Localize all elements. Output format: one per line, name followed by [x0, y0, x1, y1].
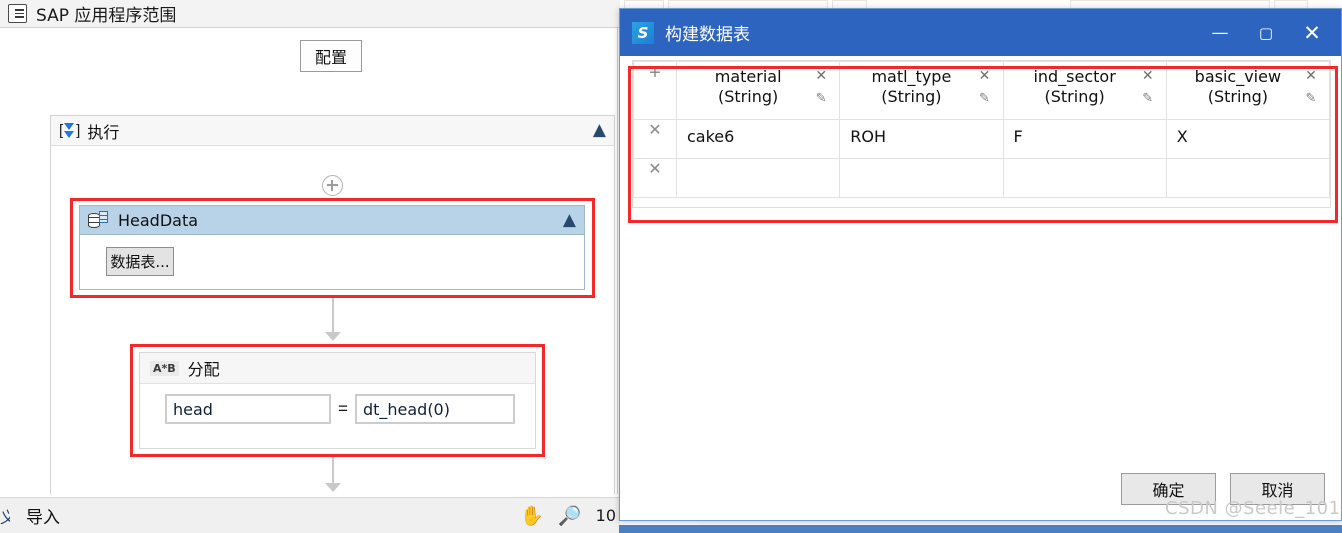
- delete-column-icon[interactable]: ✕: [815, 68, 827, 82]
- column-name: ind_sector: [1033, 67, 1116, 86]
- assign-node-body: head = dt_head(0): [140, 384, 535, 424]
- column-name: basic_view: [1194, 67, 1282, 86]
- maximize-button[interactable]: ▢: [1243, 9, 1289, 56]
- hand-tool-icon[interactable]: ✋: [520, 504, 544, 528]
- data-table: + material (String) ✕ ✎ matl_type (Strin…: [633, 61, 1330, 198]
- column-header-matl-type: matl_type (String) ✕ ✎: [839, 61, 1004, 120]
- cell-ind-sector[interactable]: [1002, 158, 1167, 198]
- assign-node-header: A*B 分配: [140, 353, 535, 384]
- column-name: material: [714, 67, 782, 86]
- headdata-node-body: 数据表...: [80, 235, 584, 276]
- build-data-table-dialog: S 构建数据表 — ▢ ✕ + material (String) ✕ ✎ ma…: [619, 8, 1342, 521]
- edit-column-icon[interactable]: ✎: [1142, 91, 1153, 104]
- delete-column-icon[interactable]: ✕: [1142, 68, 1154, 82]
- close-button[interactable]: ✕: [1289, 9, 1335, 56]
- headdata-node-header[interactable]: HeadData ▲︎: [80, 206, 584, 235]
- column-type: (String): [1207, 87, 1268, 106]
- assign-node[interactable]: A*B 分配 head = dt_head(0): [139, 352, 536, 449]
- cell-basic-view[interactable]: X: [1165, 119, 1330, 159]
- dialog-footer: 确定 取消: [620, 458, 1341, 520]
- cell-matl-type[interactable]: [839, 158, 1004, 198]
- cancel-button[interactable]: 取消: [1230, 473, 1325, 505]
- connector-arrow: [325, 483, 341, 492]
- cell-material[interactable]: [675, 158, 841, 198]
- column-name: matl_type: [871, 67, 952, 86]
- execute-panel-header[interactable]: [] 执行 ▲︎: [51, 116, 614, 146]
- connector-line: [332, 298, 334, 336]
- assign-icon: A*B: [150, 360, 179, 376]
- assign-left-field[interactable]: head: [165, 394, 331, 424]
- add-column-button[interactable]: +: [633, 61, 677, 120]
- dialog-title: 构建数据表: [665, 25, 750, 45]
- status-bar: 义 导入 ✋ 🔍 10: [0, 497, 620, 533]
- cell-material[interactable]: cake6: [675, 119, 841, 159]
- delete-row-button[interactable]: ✕: [633, 119, 677, 159]
- delete-column-icon[interactable]: ✕: [1305, 68, 1317, 82]
- edit-column-icon[interactable]: ✎: [816, 91, 827, 104]
- chevron-up-icon[interactable]: ▲︎: [563, 211, 576, 229]
- headdata-node[interactable]: HeadData ▲︎ 数据表...: [79, 205, 585, 290]
- execute-icon: []: [59, 122, 80, 139]
- chevron-up-icon[interactable]: ▲︎: [593, 122, 606, 139]
- cell-basic-view[interactable]: [1165, 158, 1330, 198]
- assign-right-field[interactable]: dt_head(0): [354, 394, 515, 424]
- delete-column-icon[interactable]: ✕: [979, 68, 991, 82]
- cell-matl-type[interactable]: ROH: [839, 119, 1004, 159]
- statusbar-tools: ✋ 🔍 10: [520, 504, 620, 528]
- ok-button[interactable]: 确定: [1121, 473, 1216, 505]
- screenshot-root: SAP 应用程序范围 配置 [] 执行 ▲︎ HeadData ▲︎ 数据表..…: [0, 0, 1342, 533]
- window-controls: — ▢ ✕: [1197, 9, 1341, 56]
- outer-window-bottom-strip: [619, 525, 1342, 533]
- import-button[interactable]: 导入: [26, 503, 60, 528]
- dialog-titlebar[interactable]: S 构建数据表 — ▢ ✕: [620, 9, 1341, 56]
- column-header-basic-view: basic_view (String) ✕ ✎: [1165, 61, 1330, 120]
- edit-column-icon[interactable]: ✎: [1306, 91, 1317, 104]
- column-type: (String): [881, 87, 942, 106]
- connector-arrow: [325, 332, 341, 341]
- zoom-level: 10: [595, 506, 616, 525]
- table-row: ✕ cake6 ROH F X: [633, 119, 1330, 159]
- execute-panel-title: 执行: [87, 122, 120, 142]
- assign-node-title: 分配: [187, 360, 220, 379]
- column-header-ind-sector: ind_sector (String) ✕ ✎: [1002, 61, 1167, 120]
- headdata-node-title: HeadData: [118, 210, 199, 230]
- table-row: ✕: [633, 158, 1330, 198]
- page-title: SAP 应用程序范围: [36, 6, 177, 26]
- data-table-grid: + material (String) ✕ ✎ matl_type (Strin…: [632, 60, 1331, 208]
- minimize-button[interactable]: —: [1197, 9, 1243, 56]
- column-header-material: material (String) ✕ ✎: [675, 61, 841, 120]
- plus-circle-icon[interactable]: [322, 175, 343, 196]
- database-table-icon: [88, 211, 108, 229]
- column-type: (String): [1044, 87, 1105, 106]
- cell-ind-sector[interactable]: F: [1002, 119, 1167, 159]
- magnifier-icon[interactable]: 🔍: [558, 504, 582, 528]
- statusbar-clipped-label: 义: [0, 509, 10, 527]
- delete-row-button[interactable]: ✕: [633, 158, 677, 198]
- column-type: (String): [718, 87, 779, 106]
- data-table-button[interactable]: 数据表...: [106, 247, 174, 276]
- app-logo-icon: S: [632, 21, 654, 44]
- assign-operator: =: [338, 399, 348, 418]
- panel-header: SAP 应用程序范围: [0, 0, 620, 28]
- list-icon: [8, 4, 27, 23]
- edit-column-icon[interactable]: ✎: [979, 91, 990, 104]
- table-header-row: + material (String) ✕ ✎ matl_type (Strin…: [633, 61, 1330, 120]
- config-button[interactable]: 配置: [300, 40, 362, 72]
